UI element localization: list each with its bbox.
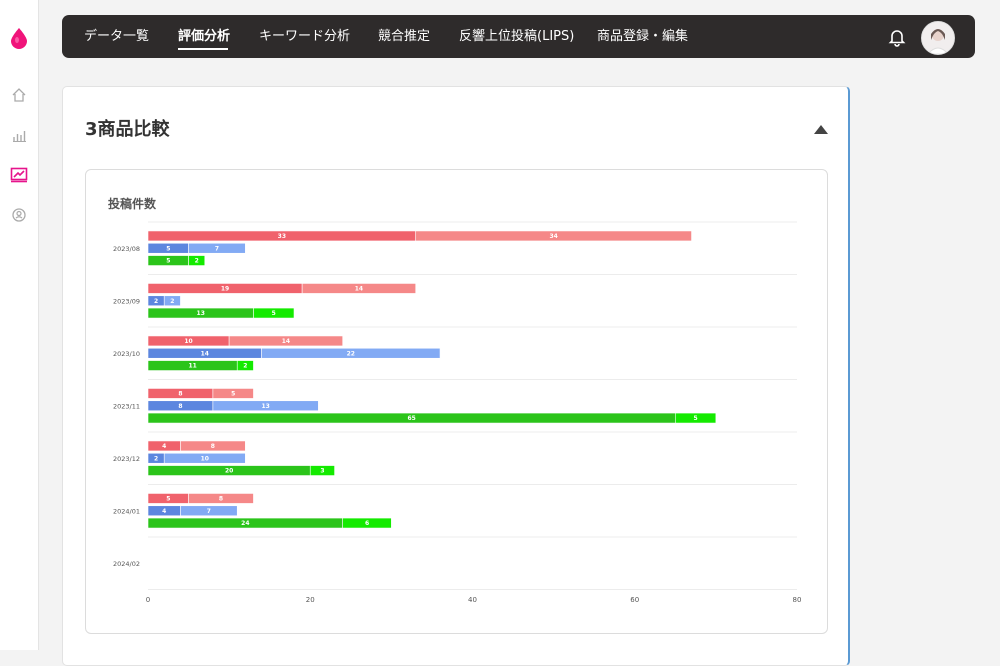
- y-category-label: 2024/01: [113, 507, 140, 515]
- location-pin-icon[interactable]: [9, 205, 29, 225]
- bar-value-label: 6: [365, 520, 369, 527]
- bar-value-label: 33: [278, 233, 286, 240]
- x-tick-label: 80: [793, 596, 802, 604]
- chart-report-icon[interactable]: [9, 165, 29, 185]
- x-tick-label: 20: [306, 596, 315, 604]
- bar-value-label: 8: [219, 495, 223, 502]
- bar-value-label: 22: [347, 350, 355, 357]
- section-title: 3商品比較: [85, 119, 170, 140]
- nav-tab-competitor-estimation[interactable]: 競合推定: [378, 15, 430, 58]
- bar-value-label: 4: [162, 443, 166, 450]
- bar-value-label: 20: [225, 468, 233, 475]
- bar-value-label: 14: [355, 285, 363, 292]
- bar-value-label: 10: [201, 455, 209, 462]
- comparison-card: 3商品比較 投稿件数 0 20 40 60 80 2023/08 33 34 5 7 5 2 2023/…: [62, 86, 850, 666]
- nav-tab-evaluation-analysis[interactable]: 評価分析: [178, 15, 230, 58]
- bar-value-label: 4: [162, 508, 166, 515]
- bar-value-label: 13: [197, 310, 205, 317]
- y-category-label: 2023/12: [113, 455, 140, 463]
- posts-count-chart: 0 20 40 60 802023/0833 345 75 22023/0919 142 213 5…: [113, 221, 802, 604]
- bar-value-label: 10: [184, 338, 192, 345]
- y-category-label: 2023/09: [113, 297, 140, 305]
- bar-value-label: 7: [207, 508, 211, 515]
- bar-value-label: 8: [211, 443, 215, 450]
- y-category-label: 2023/10: [113, 350, 140, 358]
- bar-value-label: 5: [166, 245, 170, 252]
- bar-value-label: 2: [170, 298, 174, 305]
- bar-value-label: 14: [282, 338, 290, 345]
- bar-value-label: 2: [243, 363, 247, 370]
- bar-value-label: 19: [221, 285, 229, 292]
- nav-tab-keyword-analysis[interactable]: キーワード分析: [259, 15, 350, 58]
- bar-value-label: 5: [166, 495, 170, 502]
- drop-logo-icon[interactable]: [9, 28, 29, 49]
- bar-value-label: 11: [188, 363, 196, 370]
- notification-bell-icon[interactable]: [888, 27, 906, 47]
- nav-tab-data-list[interactable]: データ一覧: [84, 15, 149, 58]
- chart-container: 投稿件数 0 20 40 60 80 2023/08 33 34 5 7 5 2 2023/09 19 14…: [85, 169, 828, 634]
- bar-value-label: 24: [241, 520, 249, 527]
- nav-tab-top-posts-lips[interactable]: 反響上位投稿(LIPS): [459, 15, 574, 58]
- y-category-label: 2023/11: [113, 402, 140, 410]
- bar-value-label: 2: [154, 298, 158, 305]
- x-tick-label: 60: [630, 596, 639, 604]
- bar-value-label: 8: [178, 390, 182, 397]
- bar-chart-icon[interactable]: [9, 125, 29, 145]
- y-category-label: 2023/08: [113, 245, 140, 253]
- bar-value-label: 34: [549, 233, 557, 240]
- user-avatar[interactable]: [921, 21, 955, 55]
- x-tick-label: 40: [468, 596, 477, 604]
- collapse-triangle-icon[interactable]: [814, 125, 828, 134]
- bar-value-label: 2: [154, 455, 158, 462]
- x-tick-label: 0: [146, 596, 150, 604]
- bar-value-label: 5: [694, 415, 698, 422]
- sidebar: [0, 0, 39, 650]
- top-navigation-bar: データ一覧 評価分析 キーワード分析 競合推定 反響上位投稿(LIPS) 商品登…: [62, 15, 975, 58]
- active-tab-underline: [178, 48, 228, 50]
- bar-value-label: 14: [201, 350, 209, 357]
- home-icon[interactable]: [9, 85, 29, 105]
- bar-value-label: 5: [272, 310, 276, 317]
- bar-value-label: 8: [178, 403, 182, 410]
- bar-value-label: 5: [166, 258, 170, 265]
- y-category-label: 2024/02: [113, 560, 140, 568]
- bar-value-label: 2: [195, 258, 199, 265]
- bar-value-label: 65: [407, 415, 415, 422]
- bar-value-label: 3: [320, 468, 324, 475]
- nav-tab-product-registration[interactable]: 商品登録・編集: [597, 15, 688, 58]
- bar-value-label: 13: [261, 403, 269, 410]
- bar-value-label: 5: [231, 390, 235, 397]
- bar-value-label: 7: [215, 245, 219, 252]
